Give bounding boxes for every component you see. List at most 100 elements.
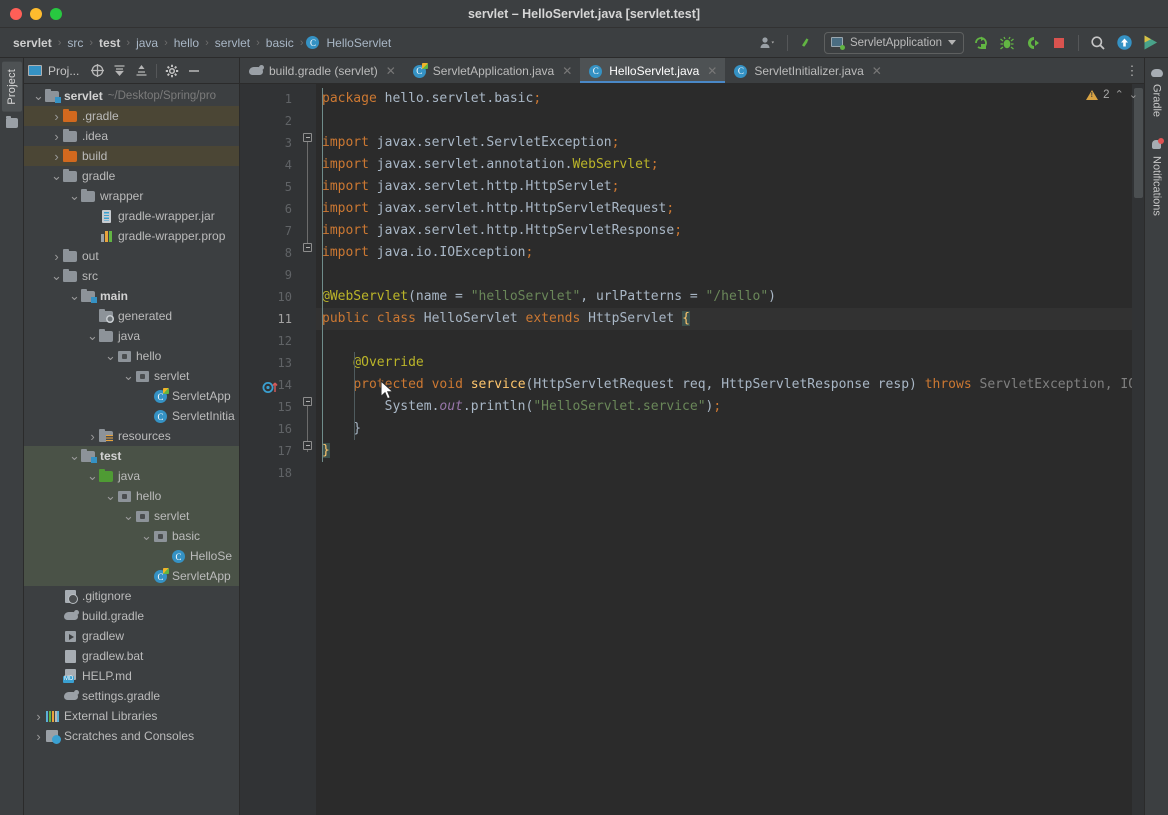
tool-window-tab-gradle[interactable]: Gradle — [1148, 64, 1166, 120]
close-tab-icon[interactable]: ✕ — [707, 64, 717, 78]
tree-node--gradle[interactable]: › .gradle — [24, 106, 239, 126]
search-everywhere-button[interactable] — [1086, 32, 1110, 54]
breadcrumb-item-src[interactable]: src — [64, 35, 86, 51]
tree-node-java[interactable]: ⌄ java — [24, 466, 239, 486]
chevron-right-icon[interactable]: › — [50, 249, 63, 264]
breadcrumb-item-hello[interactable]: hello — [171, 35, 202, 51]
tree-node-build-gradle[interactable]: build.gradle — [24, 606, 239, 626]
inspection-widget[interactable]: 2 ⌃ ⌄ — [1086, 88, 1138, 101]
code-line[interactable] — [316, 330, 1144, 352]
fold-marker-method[interactable] — [303, 397, 312, 406]
chevron-right-icon[interactable]: › — [32, 709, 45, 724]
breadcrumb-item-java[interactable]: java — [133, 35, 161, 51]
editor-scrollbar[interactable] — [1132, 84, 1144, 815]
code-line[interactable]: protected void service(HttpServletReques… — [316, 374, 1144, 396]
tree-node-servletapp[interactable]: C ServletApp — [24, 566, 239, 586]
tree-node-build[interactable]: › build — [24, 146, 239, 166]
code-line[interactable]: import javax.servlet.http.HttpServletRes… — [316, 220, 1144, 242]
editor-tab-helloservlet-java[interactable]: C HelloServlet.java ✕ — [580, 58, 726, 83]
tree-node-gradle-wrapper-prop[interactable]: gradle-wrapper.prop — [24, 226, 239, 246]
code-line[interactable]: @Override — [316, 352, 1144, 374]
chevron-down-icon[interactable]: ⌄ — [122, 509, 135, 522]
code-folding-column[interactable] — [300, 84, 316, 815]
next-problem-icon[interactable]: ⌄ — [1129, 88, 1138, 101]
chevron-down-icon[interactable]: ⌄ — [50, 269, 63, 282]
chevron-down-icon[interactable]: ⌄ — [86, 469, 99, 482]
collapse-all-icon[interactable] — [131, 61, 151, 81]
chevron-down-icon[interactable]: ⌄ — [50, 169, 63, 182]
tree-node-servlet[interactable]: ⌄ servlet — [24, 506, 239, 526]
code-line[interactable]: public class HelloServlet extends HttpSe… — [316, 308, 1144, 330]
chevron-down-icon[interactable]: ⌄ — [140, 529, 153, 542]
tab-bar-options-icon[interactable]: ⋮ — [1120, 58, 1144, 83]
chevron-right-icon[interactable]: › — [50, 129, 63, 144]
run-button[interactable] — [969, 32, 993, 54]
code-editor[interactable]: package hello.servlet.basic; import javax… — [316, 84, 1144, 815]
project-tree[interactable]: ⌄ servlet ~/Desktop/Spring/pro › .gradle › .id… — [24, 84, 239, 815]
override-method-marker[interactable] — [262, 379, 282, 393]
breadcrumb-item-test[interactable]: test — [96, 35, 123, 51]
editor-tab-servletapplication-java[interactable]: C ServletApplication.java ✕ — [404, 58, 580, 83]
minimize-window-button[interactable] — [30, 7, 42, 20]
code-line[interactable]: import javax.servlet.ServletException; — [316, 132, 1144, 154]
breadcrumb-item-helloservlet[interactable]: HelloServlet — [323, 35, 394, 51]
tree-node-main[interactable]: ⌄ main — [24, 286, 239, 306]
chevron-right-icon[interactable]: › — [50, 149, 63, 164]
green-chevron-up-icon[interactable] — [795, 32, 819, 54]
tree-node-servletapp[interactable]: C ServletApp — [24, 386, 239, 406]
close-tab-icon[interactable]: ✕ — [386, 64, 396, 78]
tree-node-test[interactable]: ⌄ test — [24, 446, 239, 466]
breadcrumb-item-servlet[interactable]: servlet — [10, 35, 55, 51]
line-number-gutter[interactable]: 1 2 3 4 5 6 7 8 9 10 11 12 13 14 15 16 17 18 — [240, 84, 300, 815]
chevron-down-icon[interactable]: ⌄ — [32, 89, 45, 102]
breadcrumb-item-basic[interactable]: basic — [263, 35, 297, 51]
code-line[interactable]: package hello.servlet.basic; — [316, 88, 1144, 110]
editor-tab-build-gradle-servlet-[interactable]: build.gradle (servlet) ✕ — [240, 58, 404, 83]
chevron-down-icon[interactable]: ⌄ — [86, 329, 99, 342]
expand-all-icon[interactable] — [109, 61, 129, 81]
code-line[interactable]: } — [316, 440, 1144, 462]
tree-node-settings-gradle[interactable]: settings.gradle — [24, 686, 239, 706]
select-opened-file-icon[interactable] — [87, 61, 107, 81]
stop-button[interactable] — [1047, 32, 1071, 54]
code-line[interactable]: import java.io.IOException; — [316, 242, 1144, 264]
tree-node--idea[interactable]: › .idea — [24, 126, 239, 146]
tree-node--gitignore[interactable]: .gitignore — [24, 586, 239, 606]
tree-node-gradlew-bat[interactable]: gradlew.bat — [24, 646, 239, 666]
tree-node-scratches-and-consoles[interactable]: › Scratches and Consoles — [24, 726, 239, 746]
code-line[interactable] — [316, 462, 1144, 484]
chevron-down-icon[interactable]: ⌄ — [104, 349, 117, 362]
tree-node-out[interactable]: › out — [24, 246, 239, 266]
close-tab-icon[interactable]: ✕ — [872, 64, 882, 78]
chevron-down-icon[interactable]: ⌄ — [104, 489, 117, 502]
tree-node-resources[interactable]: › resources — [24, 426, 239, 446]
chevron-down-icon[interactable]: ⌄ — [68, 189, 81, 202]
debug-button[interactable] — [995, 32, 1019, 54]
tree-node-help-md[interactable]: MD HELP.md — [24, 666, 239, 686]
chevron-right-icon[interactable]: › — [32, 729, 45, 744]
editor-tab-servletinitializer-java[interactable]: C ServletInitializer.java ✕ — [725, 58, 889, 83]
chevron-down-icon[interactable]: ⌄ — [68, 289, 81, 302]
run-anything-button[interactable] — [1138, 32, 1162, 54]
code-line[interactable]: } — [316, 418, 1144, 440]
chevron-down-icon[interactable]: ⌄ — [68, 449, 81, 462]
run-configuration-selector[interactable]: ServletApplication — [823, 31, 964, 54]
tree-node-java[interactable]: ⌄ java — [24, 326, 239, 346]
breadcrumb-item-servlet-pkg[interactable]: servlet — [212, 35, 253, 51]
tree-node-gradlew[interactable]: gradlew — [24, 626, 239, 646]
run-with-coverage-button[interactable] — [1021, 32, 1045, 54]
user-avatar-icon[interactable] — [756, 32, 780, 54]
code-line[interactable]: @WebServlet(name = "helloServlet", urlPa… — [316, 286, 1144, 308]
settings-gear-icon[interactable] — [162, 61, 182, 81]
tree-node-servlet[interactable]: ⌄ servlet — [24, 366, 239, 386]
tree-node-wrapper[interactable]: ⌄ wrapper — [24, 186, 239, 206]
code-line[interactable] — [316, 264, 1144, 286]
fold-marker-imports-end[interactable] — [303, 243, 312, 252]
tree-node-hello[interactable]: ⌄ hello — [24, 346, 239, 366]
tree-node-gradle-wrapper-jar[interactable]: gradle-wrapper.jar — [24, 206, 239, 226]
tree-node-src[interactable]: ⌄ src — [24, 266, 239, 286]
close-window-button[interactable] — [10, 7, 22, 20]
tree-node-external-libraries[interactable]: › External Libraries — [24, 706, 239, 726]
close-tab-icon[interactable]: ✕ — [562, 64, 572, 78]
update-project-button[interactable] — [1112, 32, 1136, 54]
